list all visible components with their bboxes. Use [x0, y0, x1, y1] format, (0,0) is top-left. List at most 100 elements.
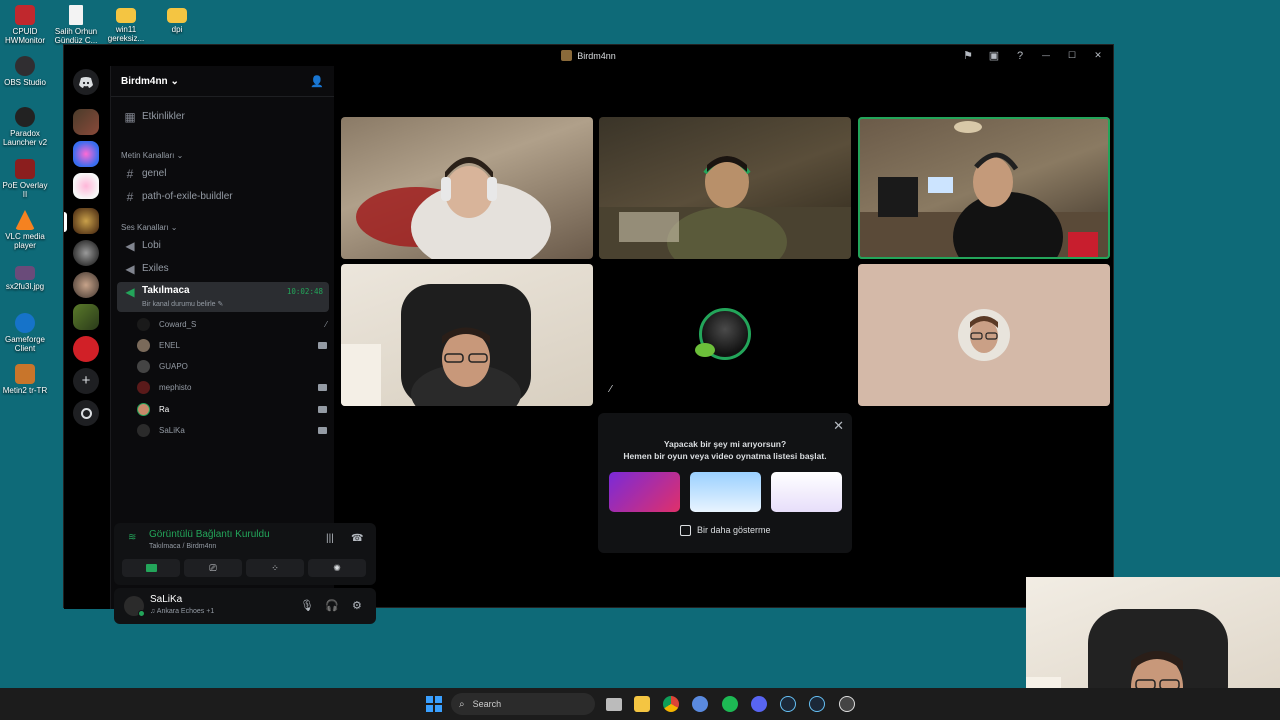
server-icon-active[interactable] [73, 208, 99, 234]
taskbar-search[interactable]: ⌕ Search [451, 693, 595, 715]
video-tile[interactable] [341, 117, 593, 259]
video-tile-avatar[interactable]: ⁄ [599, 264, 851, 406]
avatar [137, 424, 150, 437]
voice-member[interactable]: Ra [137, 400, 329, 419]
image-file-icon [15, 266, 35, 280]
voice-member[interactable]: mephisto [137, 378, 329, 397]
popout-icon[interactable]: ▣ [985, 49, 1003, 62]
avatar [137, 403, 150, 416]
chrome-icon[interactable] [663, 696, 679, 712]
windows-start-icon[interactable] [426, 696, 442, 712]
help-icon[interactable]: ? [1011, 50, 1029, 62]
taskbar: ⌕ Search [0, 688, 1280, 720]
voice-status-subtitle[interactable]: Takılmaca / Birdm4nn [149, 543, 216, 550]
screen-share-button[interactable]: ⎚ [184, 559, 242, 577]
voice-member[interactable]: SaLiKa [137, 421, 329, 440]
desktop-icon-paradox[interactable]: Paradox Launcher v2 [0, 107, 50, 147]
activity-card-blocks-game[interactable] [609, 472, 680, 512]
settings-gear-icon[interactable]: ⚙ [352, 599, 362, 612]
video-tile-speaking[interactable] [858, 117, 1110, 259]
steam-icon[interactable] [780, 696, 796, 712]
steam-icon[interactable] [809, 696, 825, 712]
desktop-icon-image-file[interactable]: sx2fu3l.jpg [0, 262, 50, 291]
close-icon[interactable]: ✕ [833, 418, 844, 434]
maximize-button[interactable]: ☐ [1063, 50, 1081, 61]
microphone-icon[interactable]: 🎙 [300, 599, 314, 612]
desktop-icon-poe-overlay[interactable]: PoE Overlay II [0, 159, 50, 199]
discover-icon[interactable] [73, 400, 99, 426]
voice-member[interactable]: ENEL [137, 336, 329, 355]
noise-suppression-icon[interactable]: ||| [326, 533, 334, 544]
soundboard-button[interactable]: ✺ [308, 559, 366, 577]
activity-card-whiteboard[interactable] [771, 472, 842, 512]
desktop-icon-obs[interactable]: OBS Studio [0, 56, 50, 87]
server-icon[interactable] [73, 272, 99, 298]
speaker-icon: ◀ [125, 261, 135, 276]
inbox-icon[interactable]: ⚑ [959, 49, 977, 62]
voice-channel-takilmaca[interactable]: ◀ Takılmaca 10:02:48 Bir kanal durumu be… [117, 282, 329, 312]
activity-card-sudoku[interactable] [690, 472, 761, 512]
participant-video [341, 284, 531, 406]
file-explorer-icon[interactable] [634, 696, 650, 712]
channel-genel[interactable]: # genel [117, 164, 329, 183]
app-icon[interactable] [692, 696, 708, 712]
call-timer: 10:02:48 [286, 287, 323, 296]
selected-server-indicator [64, 212, 67, 232]
video-tile-avatar[interactable] [858, 264, 1110, 406]
close-button[interactable]: ✕ [1089, 50, 1107, 61]
signal-icon[interactable]: ≋ [128, 532, 136, 543]
metin2-icon [15, 364, 35, 384]
channel-status[interactable]: Bir kanal durumu belirle ✎ [142, 300, 223, 308]
add-server-icon[interactable]: + [73, 368, 99, 394]
document-icon [69, 5, 83, 25]
app-icon[interactable] [839, 696, 855, 712]
server-icon[interactable] [73, 173, 99, 199]
server-icon[interactable] [73, 141, 99, 167]
spotify-icon[interactable] [722, 696, 738, 712]
video-tile[interactable] [599, 117, 851, 259]
discord-home-icon[interactable] [73, 69, 99, 95]
hashtag-icon: # [126, 166, 134, 181]
server-avatar-icon [561, 50, 573, 61]
dont-show-again-label[interactable]: Bir daha gösterme [697, 525, 771, 535]
voice-member[interactable]: Coward_S ⁄ [137, 315, 329, 334]
username[interactable]: SaLiKa [150, 594, 182, 605]
discord-icon[interactable] [751, 696, 767, 712]
avatar [137, 360, 150, 373]
text-channels-category[interactable]: Metin Kanalları ⌄ [121, 151, 183, 160]
desktop-icon-folder-win11[interactable]: win11 gereksiz... [101, 5, 151, 43]
server-icon[interactable] [73, 109, 99, 135]
mute-icon: ⁄ [610, 384, 612, 395]
dont-show-again-checkbox[interactable] [680, 525, 691, 536]
folder-icon [116, 8, 136, 23]
headphones-icon[interactable]: 🎧 [325, 599, 339, 612]
voice-status-title[interactable]: Görüntülü Bağlantı Kuruldu [149, 529, 270, 540]
obs-icon [15, 56, 35, 76]
server-icon[interactable] [73, 304, 99, 330]
desktop-icon-vlc[interactable]: VLC media player [0, 210, 50, 250]
disconnect-icon[interactable]: ☎ [351, 533, 363, 544]
server-icon[interactable] [73, 336, 99, 362]
events-item[interactable]: ▦ Etkinlikler [117, 107, 329, 126]
channel-path-of-exile-buildler[interactable]: # path-of-exile-buildler [117, 187, 329, 206]
invite-member-icon[interactable]: 👤 [310, 75, 324, 88]
task-view-icon[interactable] [606, 698, 622, 711]
discord-window: Birdm4nn ⚑ ▣ ? — ☐ ✕ + Birdm4nn ⌄ 👤 ▦ Et… [63, 44, 1114, 624]
camera-button[interactable] [122, 559, 180, 577]
desktop-icon-folder-dpi[interactable]: dpi [152, 5, 202, 34]
voice-member[interactable]: GUAPO [137, 357, 329, 376]
voice-channels-category[interactable]: Ses Kanalları ⌄ [121, 223, 178, 232]
server-icon[interactable] [73, 240, 99, 266]
voice-channel-exiles[interactable]: ◀ Exiles [117, 259, 329, 278]
minimize-button[interactable]: — [1037, 51, 1055, 60]
activity-button[interactable]: ⁘ [246, 559, 304, 577]
desktop-icon-document[interactable]: Salih Orhun Gündüz C... [51, 5, 101, 45]
desktop-icon-metin2[interactable]: Metin2 tr-TR [0, 364, 50, 395]
video-tile[interactable] [341, 264, 593, 406]
desktop-icon-hwmonitor[interactable]: CPUID HWMonitor [0, 5, 50, 45]
server-header[interactable]: Birdm4nn ⌄ 👤 [111, 66, 334, 97]
desktop-icon-gameforge[interactable]: Gameforge Client [0, 313, 50, 353]
user-activity: ♫ Ankara Echoes +1 [150, 608, 215, 615]
voice-channel-lobi[interactable]: ◀ Lobi [117, 236, 329, 255]
server-name: Birdm4nn ⌄ [121, 75, 179, 87]
